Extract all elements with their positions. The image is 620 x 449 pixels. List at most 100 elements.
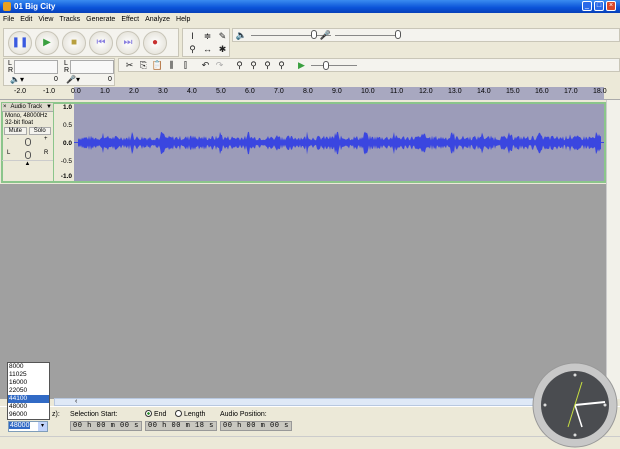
menu-effect[interactable]: Effect [121, 14, 139, 26]
speaker-icon[interactable]: 🔈▾ [10, 75, 24, 84]
app-icon [3, 2, 11, 11]
menu-help[interactable]: Help [176, 14, 190, 26]
output-volume-thumb[interactable] [311, 30, 317, 39]
menu-view[interactable]: View [38, 14, 53, 26]
solo-button[interactable]: Solo [28, 127, 51, 135]
timeshift-tool-icon[interactable]: ↔ [201, 43, 214, 55]
ruler-tick-label: 4.0 [187, 88, 197, 95]
ruler-ticks: -2.0 -1.0 0.0 1.0 2.0 3.0 4.0 5.0 6.0 7.0 8.0 9.0 10… [0, 87, 620, 100]
audio-position-field[interactable]: 00 h 00 m 00 s [220, 421, 292, 431]
redo-icon[interactable]: ↷ [213, 59, 226, 71]
ruler-tick-label: 3.0 [158, 88, 168, 95]
project-rate-value: 48000 [9, 422, 31, 429]
fit-selection-icon[interactable]: ⚲ [261, 59, 274, 71]
silence-icon[interactable]: ⫿ [179, 59, 192, 71]
ruler-tick-label: 18.0 [593, 88, 607, 95]
pause-button[interactable]: ❚❚ [8, 30, 32, 55]
zoom-in-icon[interactable]: ⚲ [233, 59, 246, 71]
menu-tracks[interactable]: Tracks [59, 14, 80, 26]
undo-icon[interactable]: ↶ [199, 59, 212, 71]
play-speed-slider[interactable] [309, 59, 359, 71]
chevron-down-icon[interactable]: ▾ [38, 422, 47, 431]
stop-button[interactable]: ■ [62, 30, 86, 55]
play-at-speed-icon[interactable]: ▶ [295, 59, 308, 71]
mixer-toolbar: 🔈 🎤 [232, 28, 620, 42]
gain-slider[interactable]: - + [2, 136, 53, 148]
window-title: 01 Big City [14, 2, 56, 11]
ruler-tick-label: -2.0 [14, 88, 27, 95]
menu-analyze[interactable]: Analyze [145, 14, 170, 26]
mute-button[interactable]: Mute [4, 127, 27, 135]
multi-tool-icon[interactable]: ✱ [216, 43, 229, 55]
ruler-tick-label: 10.0 [361, 88, 375, 95]
ruler-tick-label: 1.0 [100, 88, 110, 95]
input-meter[interactable] [70, 60, 114, 74]
length-radio[interactable] [175, 410, 182, 417]
pan-right-label: R [44, 150, 49, 156]
skip-end-button[interactable]: ⏭ [116, 30, 140, 55]
close-button[interactable]: × [606, 1, 616, 11]
gain-thumb[interactable] [25, 138, 31, 146]
menu-generate[interactable]: Generate [86, 14, 115, 26]
rate-option[interactable]: 22050 [8, 387, 49, 395]
ruler-tick-label: 12.0 [419, 88, 433, 95]
speaker-icon: 🔈 [235, 30, 248, 40]
collapse-track-button[interactable]: ▲ [2, 160, 53, 167]
input-volume-thumb[interactable] [395, 30, 401, 39]
rate-option[interactable]: 16000 [8, 379, 49, 387]
scroll-left-icon[interactable]: ‹ [75, 398, 77, 405]
rate-option[interactable]: 44100 [8, 395, 49, 403]
input-volume-slider[interactable] [335, 35, 397, 36]
track-close-button[interactable]: × [3, 104, 7, 110]
y-tick: -0.5 [60, 158, 72, 165]
fit-project-icon[interactable]: ⚲ [275, 59, 288, 71]
selection-end-field[interactable]: 00 h 00 m 18 s [145, 421, 217, 431]
trim-icon[interactable]: ⫼ [165, 59, 178, 71]
zoom-tool-icon[interactable]: ⚲ [186, 43, 199, 55]
pan-left-label: L [7, 150, 11, 156]
envelope-tool-icon[interactable]: ≑ [201, 30, 214, 42]
amplitude-axis: 1.0 0.5 0.0 -0.5 -1.0 [55, 104, 74, 181]
chevron-down-icon[interactable]: ▼ [46, 104, 52, 110]
paste-icon[interactable]: 📋 [151, 59, 164, 71]
waveform[interactable] [74, 104, 604, 181]
selection-start-label: Selection Start: [70, 411, 118, 418]
skip-start-button[interactable]: ⏮ [89, 30, 113, 55]
play-button[interactable]: ▶ [35, 30, 59, 55]
draw-tool-icon[interactable]: ✎ [216, 30, 229, 42]
empty-track-area[interactable] [0, 184, 606, 399]
selection-start-field[interactable]: 00 h 00 m 00 s [70, 421, 142, 431]
maximize-button[interactable]: □ [594, 1, 604, 11]
track-name-menu[interactable]: Audio Track [10, 104, 42, 110]
horizontal-scrollbar[interactable]: ‹ [54, 398, 606, 406]
record-button[interactable]: ● [143, 30, 167, 55]
zoom-out-icon[interactable]: ⚲ [247, 59, 260, 71]
tools-toolbar: I ≑ ✎ ⚲ ↔ ✱ [182, 28, 230, 57]
ruler-tick-label: 2.0 [129, 88, 139, 95]
rate-option[interactable]: 96000 [8, 411, 49, 419]
copy-icon[interactable]: ⎘ [137, 59, 150, 71]
pan-thumb[interactable] [25, 151, 31, 159]
vertical-scrollbar[interactable] [606, 100, 620, 399]
end-radio-label: End [154, 411, 167, 418]
microphone-icon[interactable]: 🎤▾ [66, 75, 80, 84]
project-rate-select[interactable]: 48000 ▾ [8, 421, 48, 432]
rate-option[interactable]: 11025 [8, 371, 49, 379]
output-meter[interactable] [14, 60, 58, 74]
play-speed-thumb[interactable] [323, 61, 329, 70]
ruler-tick-label: 5.0 [216, 88, 226, 95]
menu-edit[interactable]: Edit [20, 14, 32, 26]
meter-scale-label: 0 [108, 76, 112, 83]
ruler-tick-label: 8.0 [303, 88, 313, 95]
ruler-tick-label: -1.0 [43, 88, 56, 95]
pan-slider[interactable]: L R [2, 148, 53, 160]
minimize-button[interactable]: _ [582, 1, 592, 11]
rate-option[interactable]: 48000 [8, 403, 49, 411]
audio-position-label: Audio Position: [220, 411, 267, 418]
cut-icon[interactable]: ✂ [123, 59, 136, 71]
rate-option[interactable]: 8000 [8, 363, 49, 371]
y-tick: -1.0 [60, 173, 72, 180]
selection-tool-icon[interactable]: I [186, 30, 199, 42]
menu-file[interactable]: File [3, 14, 14, 26]
end-radio[interactable] [145, 410, 152, 417]
